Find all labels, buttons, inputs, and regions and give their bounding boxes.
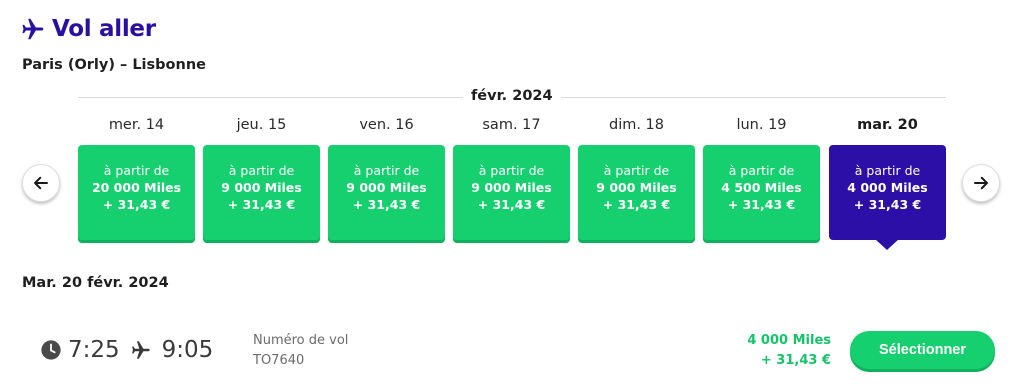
fare-miles: 4 000 Miles	[847, 180, 928, 195]
fare-from-text: à partir de	[478, 163, 545, 178]
day-fare-card-selected[interactable]: à partir de 4 000 Miles + 31,43 €	[829, 145, 946, 240]
next-dates-button[interactable]	[962, 164, 1000, 202]
day-fare-card[interactable]: à partir de 9 000 Miles + 31,43 €	[578, 145, 695, 240]
day-label: sam. 17	[482, 117, 541, 133]
arrow-left-icon	[34, 176, 48, 190]
fare-miles: 4 500 Miles	[721, 180, 802, 195]
fare-price: + 31,43 €	[602, 197, 671, 212]
fare-from-text: à partir de	[228, 163, 295, 178]
day-label: mar. 20	[857, 117, 918, 133]
prev-dates-button[interactable]	[22, 164, 60, 202]
day-label: mer. 14	[108, 117, 165, 133]
day-column: mer. 14 à partir de 20 000 Miles + 31,43…	[78, 117, 195, 240]
day-column-selected: mar. 20 à partir de 4 000 Miles + 31,43 …	[829, 117, 946, 250]
fare-miles: 9 000 Miles	[596, 180, 677, 195]
day-fare-card[interactable]: à partir de 4 500 Miles + 31,43 €	[703, 145, 820, 240]
departure-time: 7:25	[68, 337, 120, 363]
day-column: lun. 19 à partir de 4 500 Miles + 31,43 …	[703, 117, 820, 240]
page-title: Vol aller	[52, 16, 156, 42]
plane-icon	[22, 18, 44, 40]
arrival-time: 9:05	[161, 337, 214, 363]
fare-from-text: à partir de	[728, 163, 795, 178]
fare-price: + 31,43 €	[477, 197, 546, 212]
fare-from-text: à partir de	[854, 163, 921, 178]
result-miles: 4 000 Miles	[747, 333, 831, 348]
selected-pointer	[875, 239, 899, 250]
fare-from-text: à partir de	[353, 163, 420, 178]
day-label: ven. 16	[359, 117, 414, 133]
day-column: dim. 18 à partir de 9 000 Miles + 31,43 …	[578, 117, 695, 240]
day-fare-card[interactable]: à partir de 9 000 Miles + 31,43 €	[203, 145, 320, 240]
day-column: ven. 16 à partir de 9 000 Miles + 31,43 …	[328, 117, 445, 240]
page-header: Vol aller	[20, 16, 156, 42]
results-date-heading: Mar. 20 févr. 2024	[22, 275, 169, 291]
result-price: + 31,43 €	[760, 353, 831, 368]
day-column: sam. 17 à partir de 9 000 Miles + 31,43 …	[453, 117, 570, 240]
day-fare-card[interactable]: à partir de 9 000 Miles + 31,43 €	[453, 145, 570, 240]
day-label: jeu. 15	[236, 117, 287, 133]
route-label: Paris (Orly) – Lisbonne	[22, 57, 206, 73]
flight-number-label: Numéro de vol	[253, 333, 349, 348]
fare-from-text: à partir de	[603, 163, 670, 178]
select-flight-button[interactable]: Sélectionner	[850, 331, 995, 369]
fare-miles: 9 000 Miles	[221, 180, 302, 195]
fare-from-text: à partir de	[103, 163, 170, 178]
fare-price: + 31,43 €	[853, 197, 922, 212]
fare-price: + 31,43 €	[102, 197, 171, 212]
day-label: dim. 18	[608, 117, 665, 133]
day-column: jeu. 15 à partir de 9 000 Miles + 31,43 …	[203, 117, 320, 240]
fare-miles: 9 000 Miles	[346, 180, 427, 195]
fare-miles: 9 000 Miles	[471, 180, 552, 195]
fare-price: + 31,43 €	[727, 197, 796, 212]
fare-price: + 31,43 €	[227, 197, 296, 212]
month-label: févr. 2024	[463, 88, 561, 104]
flight-times: 7:25 9:05	[40, 337, 213, 363]
arrow-right-icon	[974, 176, 988, 190]
fare-price: + 31,43 €	[352, 197, 421, 212]
fare-miles: 20 000 Miles	[91, 180, 182, 195]
date-carousel: mer. 14 à partir de 20 000 Miles + 31,43…	[78, 117, 946, 257]
plane-icon	[131, 341, 150, 359]
flight-result-row: 7:25 9:05 Numéro de vol TO7640 4 000 Mil…	[0, 325, 1024, 385]
day-label: lun. 19	[736, 117, 787, 133]
day-fare-card[interactable]: à partir de 9 000 Miles + 31,43 €	[328, 145, 445, 240]
flight-number: TO7640	[253, 353, 305, 368]
clock-icon	[41, 340, 61, 360]
day-fare-card[interactable]: à partir de 20 000 Miles + 31,43 €	[78, 145, 195, 240]
